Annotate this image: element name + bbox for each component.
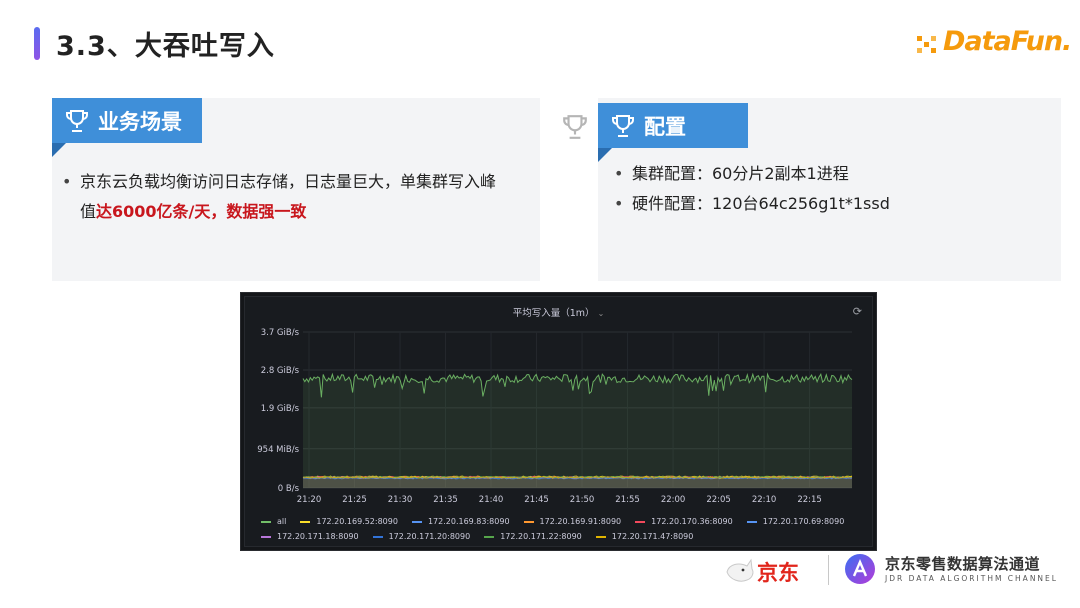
channel-name-en: JDR DATA ALGORITHM CHANNEL <box>885 574 1058 583</box>
panel-body: 平均写入量（1m） ⌄ ⟳ 3.7 GiB/s 2.8 GiB/s 1.9 GiB/… <box>244 296 873 547</box>
x-tick-label: 21:40 <box>479 495 504 505</box>
title-accent-bar <box>34 27 40 60</box>
scenario-highlight: 达6000亿条/天，数据强一致 <box>96 202 307 221</box>
legend-item[interactable]: 172.20.171.22:8090 <box>484 529 582 544</box>
jdr-channel-logo-icon <box>845 554 875 584</box>
chart-legend: all 172.20.169.52:8090 172.20.169.83:8090 1… <box>261 514 861 544</box>
legend-item[interactable]: 172.20.169.91:8090 <box>523 514 622 529</box>
refresh-icon[interactable]: ⟳ <box>853 305 862 318</box>
legend-swatch <box>300 520 311 523</box>
legend-swatch <box>372 535 383 538</box>
series-area-all <box>303 374 852 488</box>
legend-swatch <box>261 535 271 538</box>
y-tick-label: 3.7 GiB/s <box>261 328 300 338</box>
y-tick-label: 0 B/s <box>278 484 300 494</box>
legend-item[interactable]: 172.20.170.69:8090 <box>746 514 845 529</box>
y-tick-label: 1.9 GiB/s <box>261 404 300 414</box>
trophy-icon <box>66 109 88 132</box>
chevron-down-icon[interactable]: ⌄ <box>598 309 605 318</box>
line-chart: 3.7 GiB/s 2.8 GiB/s 1.9 GiB/s 954 MiB/s 0 B/… <box>257 328 853 505</box>
business-scenario-label: 业务场景 <box>98 109 182 134</box>
legend-item[interactable]: 172.20.171.47:8090 <box>595 529 694 544</box>
legend-label: 172.20.170.36:8090 <box>651 517 733 526</box>
y-tick-label: 2.8 GiB/s <box>261 366 300 376</box>
list-item: 集群配置：60分片2副本1进程 <box>614 159 1054 189</box>
legend-item[interactable]: 172.20.171.18:8090 <box>261 529 359 544</box>
legend-label: 172.20.169.52:8090 <box>316 517 398 526</box>
x-tick-label: 21:30 <box>388 495 413 505</box>
trophy-icon <box>612 114 634 137</box>
legend-item[interactable]: 172.20.170.36:8090 <box>635 514 733 529</box>
legend-label: 172.20.171.47:8090 <box>611 532 694 541</box>
scenario-line1: 京东云负载均衡访问日志存储，日志量巨大，单集群写入峰 <box>80 172 497 191</box>
legend-swatch <box>595 535 606 538</box>
x-tick-label: 21:55 <box>615 495 640 505</box>
legend-item[interactable]: 172.20.171.20:8090 <box>372 529 471 544</box>
page-title: 3.3、大吞吐写入 <box>56 31 275 62</box>
business-scenario-list: 京东云负载均衡访问日志存储，日志量巨大，单集群写入峰 值达6000亿条/天，数据… <box>62 167 532 227</box>
badge-fold <box>598 148 612 162</box>
legend-swatch <box>746 520 757 523</box>
jd-dog-icon <box>726 558 754 582</box>
series-area <box>303 476 852 488</box>
channel-name: 京东零售数据算法通道 <box>885 555 1041 573</box>
legend-swatch <box>523 520 534 523</box>
legend-swatch <box>261 520 271 523</box>
config-label: 配置 <box>644 114 686 139</box>
x-tick-label: 21:25 <box>342 495 367 505</box>
legend-swatch <box>411 520 422 523</box>
trophy-outline-icon <box>563 115 587 139</box>
footer-divider <box>828 555 829 585</box>
legend-label: all <box>277 517 287 526</box>
x-tick-label: 21:35 <box>433 495 458 505</box>
legend-item[interactable]: all <box>261 514 286 529</box>
x-tick-label: 21:20 <box>297 495 322 505</box>
jd-logo-text: 京东 <box>757 561 799 585</box>
datafun-logo-text: DataFun. <box>943 26 1072 57</box>
datafun-dots-icon <box>917 36 936 53</box>
x-tick-label: 21:50 <box>570 495 595 505</box>
config-badge: 配置 <box>598 103 748 148</box>
business-scenario-badge: 业务场景 <box>52 98 202 143</box>
x-tick-label: 21:45 <box>524 495 549 505</box>
list-item: 硬件配置：120台64c256g1t*1ssd <box>614 189 1054 219</box>
legend-label: 172.20.169.83:8090 <box>427 517 510 526</box>
x-tick-label: 22:00 <box>661 495 686 505</box>
x-tick-label: 22:15 <box>797 495 822 505</box>
panel-title[interactable]: 平均写入量（1m） ⌄ <box>245 305 872 319</box>
badge-fold <box>52 143 66 157</box>
x-tick-label: 22:10 <box>752 495 777 505</box>
legend-label: 172.20.171.20:8090 <box>388 532 471 541</box>
legend-item[interactable]: 172.20.169.83:8090 <box>411 514 510 529</box>
x-tick-label: 22:05 <box>706 495 731 505</box>
legend-label: 172.20.171.18:8090 <box>277 532 359 541</box>
jd-logo: 京东 <box>719 550 819 590</box>
y-tick-label: 954 MiB/s <box>257 445 299 455</box>
datafun-logo: DataFun. <box>913 24 1072 64</box>
legend-swatch <box>484 535 495 538</box>
config-list: 集群配置：60分片2副本1进程 硬件配置：120台64c256g1t*1ssd <box>614 159 1054 219</box>
legend-label: 172.20.171.22:8090 <box>500 532 582 541</box>
legend-label: 172.20.170.69:8090 <box>762 517 845 526</box>
grafana-panel: 平均写入量（1m） ⌄ ⟳ 3.7 GiB/s 2.8 GiB/s 1.9 GiB/… <box>240 292 877 551</box>
list-item: 京东云负载均衡访问日志存储，日志量巨大，单集群写入峰 值达6000亿条/天，数据… <box>62 167 532 227</box>
legend-swatch <box>635 520 646 523</box>
scenario-line2-prefix: 值 <box>80 202 97 221</box>
legend-item[interactable]: 172.20.169.52:8090 <box>300 514 398 529</box>
legend-label: 172.20.169.91:8090 <box>539 517 622 526</box>
